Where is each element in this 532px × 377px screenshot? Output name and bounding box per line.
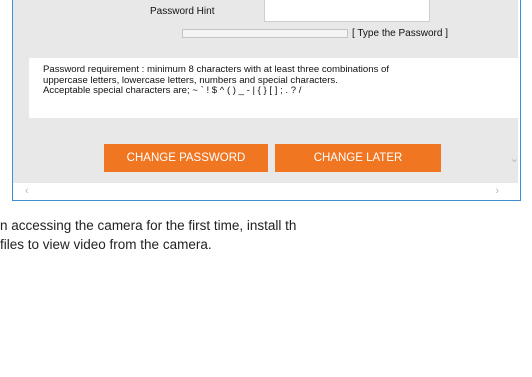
- change-later-button[interactable]: CHANGE LATER: [275, 144, 441, 172]
- password-hint-label: Password Hint: [150, 6, 215, 17]
- instructions-text: n accessing the camera for the first tim…: [0, 216, 532, 254]
- chevron-right-icon[interactable]: ›: [495, 186, 499, 197]
- password-strength-bar: [182, 29, 348, 38]
- password-hint-input[interactable]: [264, 0, 430, 22]
- dialog-frame: Password Hint [ Type the Password ] Pass…: [12, 0, 521, 201]
- horizontal-scrollbar[interactable]: ‹ ›: [13, 183, 520, 200]
- instructions-line: files to view video from the camera.: [0, 237, 212, 252]
- password-panel: Password Hint [ Type the Password ] Pass…: [13, 0, 518, 183]
- password-strength-text: [ Type the Password ]: [352, 28, 448, 39]
- requirement-line: Password requirement : minimum 8 charact…: [43, 64, 390, 75]
- chevron-left-icon[interactable]: ‹: [25, 186, 29, 197]
- instructions-line: n accessing the camera for the first tim…: [0, 218, 297, 233]
- vertical-scrollbar[interactable]: ⌄: [508, 0, 520, 183]
- change-password-button[interactable]: CHANGE PASSWORD: [104, 144, 268, 172]
- requirement-line: Acceptable special characters are; ~ ` !…: [43, 85, 302, 97]
- password-requirements: Password requirement : minimum 8 charact…: [29, 58, 518, 118]
- chevron-down-icon[interactable]: ⌄: [510, 154, 519, 165]
